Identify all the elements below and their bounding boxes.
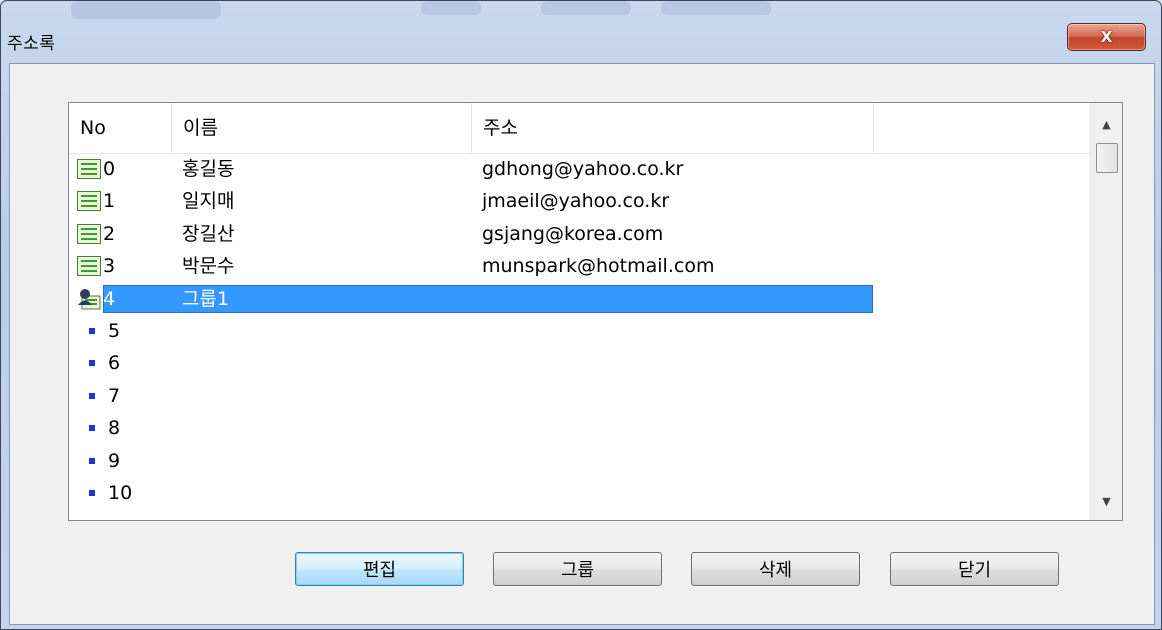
contact-card-icon: [77, 256, 101, 277]
row-number: 8: [108, 417, 121, 440]
cell-no: 3: [77, 251, 115, 281]
cell-no: 5: [77, 316, 120, 346]
group-button[interactable]: 그룹: [493, 552, 662, 586]
row-number: 1: [103, 190, 116, 213]
table-row[interactable]: 9: [69, 446, 1090, 476]
row-number: 0: [103, 158, 116, 180]
bullet-icon: [89, 360, 95, 367]
cell-no: 1: [77, 186, 115, 216]
table-row[interactable]: 10: [69, 478, 1090, 508]
bullet-icon: [89, 457, 95, 464]
close-icon: X: [1100, 28, 1113, 46]
row-number: 10: [108, 482, 133, 504]
cell-address: jmaeil@yahoo.co.kr: [482, 190, 670, 213]
cell-name: 박문수: [182, 255, 235, 278]
row-number: 9: [108, 449, 121, 472]
list-header: No 이름 주소: [69, 103, 1090, 154]
row-number: 4: [103, 287, 116, 310]
cell-address: gdhong@yahoo.co.kr: [482, 158, 684, 180]
table-row[interactable]: 4 그룹1: [69, 284, 1090, 314]
scroll-down-arrow-icon[interactable]: ▼: [1091, 486, 1122, 516]
table-row[interactable]: 0 홍길동 gdhong@yahoo.co.kr: [69, 154, 1090, 184]
cell-no: 9: [77, 446, 120, 476]
cell-no: 10: [77, 478, 132, 508]
vertical-scrollbar[interactable]: ▲ ▼: [1090, 103, 1122, 520]
row-number: 6: [108, 352, 121, 375]
cell-name: 일지매: [182, 190, 235, 213]
table-row[interactable]: 2 장길산 gsjang@korea.com: [69, 219, 1090, 249]
contact-card-icon: [77, 223, 101, 244]
cell-no: 7: [77, 381, 120, 411]
close-button[interactable]: 닫기: [890, 552, 1059, 586]
table-row[interactable]: 8: [69, 413, 1090, 443]
contact-card-icon: [77, 159, 101, 179]
table-row[interactable]: 3 박문수 munspark@hotmail.com: [69, 251, 1090, 281]
contact-list[interactable]: No 이름 주소 0 홍길동 gdhong@yahoo.co.kr 1 일지매 jmaei…: [68, 102, 1123, 521]
window-close-button[interactable]: X: [1067, 23, 1146, 51]
dialog-client-area: No 이름 주소 0 홍길동 gdhong@yahoo.co.kr 1 일지매 jmaei…: [9, 63, 1155, 625]
table-row[interactable]: 5: [69, 316, 1090, 346]
row-number: 2: [103, 222, 116, 245]
bullet-icon: [89, 328, 95, 334]
cell-name: 홍길동: [182, 158, 235, 180]
cell-name: 장길산: [182, 222, 235, 245]
row-number: 5: [108, 320, 121, 342]
column-header-no[interactable]: No: [69, 103, 172, 153]
edit-button[interactable]: 편집: [295, 552, 464, 586]
cell-address: munspark@hotmail.com: [482, 255, 715, 278]
table-row[interactable]: 6: [69, 348, 1090, 378]
column-header-address[interactable]: 주소: [472, 103, 874, 153]
row-number: 7: [108, 384, 121, 407]
group-icon: [78, 288, 101, 310]
contact-card-icon: [77, 191, 101, 212]
delete-button[interactable]: 삭제: [691, 552, 860, 586]
bullet-icon: [89, 392, 95, 399]
title-bar-reflection: [541, 1, 631, 15]
cell-no: 2: [77, 219, 115, 249]
scrollbar-thumb[interactable]: [1096, 143, 1118, 173]
address-book-window: 주소록 X No 이름 주소 0 홍길동 gdhong@yahoo.co.kr 1 일지…: [0, 0, 1162, 630]
column-header-name[interactable]: 이름: [172, 103, 472, 153]
title-bar-reflection: [421, 1, 481, 15]
cell-no: 8: [77, 413, 120, 443]
window-title: 주소록: [7, 34, 56, 54]
table-row[interactable]: 1 일지매 jmaeil@yahoo.co.kr: [69, 186, 1090, 216]
bullet-icon: [89, 490, 95, 496]
cell-no: 6: [77, 348, 120, 378]
cell-name: 그룹1: [182, 287, 230, 310]
row-number: 3: [103, 255, 116, 278]
cell-no: 4: [77, 284, 115, 314]
title-bar-reflection: [661, 1, 771, 15]
column-header-extra[interactable]: [874, 103, 1090, 153]
scroll-up-arrow-icon[interactable]: ▲: [1091, 109, 1122, 139]
table-row[interactable]: 7: [69, 381, 1090, 411]
title-bar-reflection: [71, 1, 221, 19]
cell-address: gsjang@korea.com: [482, 222, 664, 245]
bullet-icon: [89, 425, 95, 432]
cell-no: 0: [77, 154, 115, 184]
title-bar[interactable]: 주소록 X: [1, 1, 1161, 65]
